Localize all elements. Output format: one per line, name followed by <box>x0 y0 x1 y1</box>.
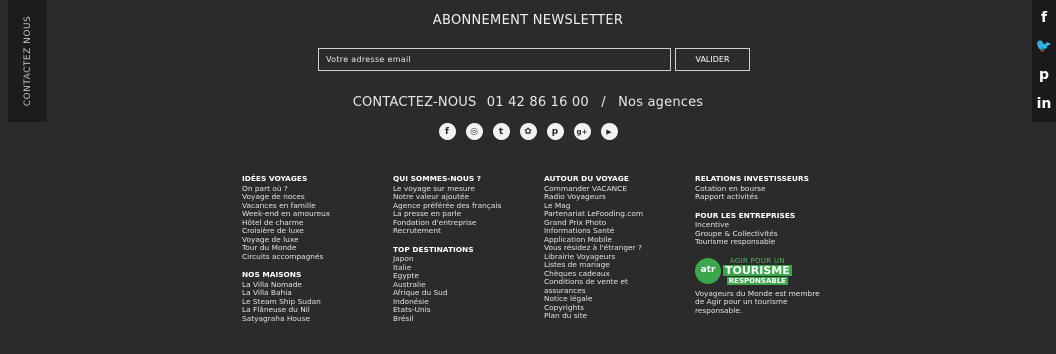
twitter-icon[interactable]: t <box>492 123 510 140</box>
footer-column-autour: AUTOUR DU VOYAGE Commander VACANCE Radio… <box>544 174 694 321</box>
social-circle-icons: f ◎ t ✿ p g+ ▶ <box>0 123 1056 140</box>
footer-block: IDÉES VOYAGES On part où ? Voyage de noc… <box>242 174 392 262</box>
footer-link[interactable]: Etats-Unis <box>393 305 543 315</box>
atr-badge: atr <box>695 257 721 284</box>
pinterest-icon[interactable]: p <box>546 123 564 140</box>
contact-phone[interactable]: 01 42 86 16 00 <box>487 95 589 110</box>
footer-heading: QUI SOMMES-NOUS ? <box>393 174 482 183</box>
footer-block: NOS MAISONS La Villa Nomade La Villa Bah… <box>242 270 392 324</box>
footer-column-relations: RELATIONS INVESTISSEURS Cotation en bour… <box>695 174 855 316</box>
pinterest-icon[interactable]: p <box>1039 68 1049 82</box>
agencies-link[interactable]: Nos agences <box>618 95 703 110</box>
footer-block: AUTOUR DU VOYAGE Commander VACANCE Radio… <box>544 174 694 321</box>
footer-block: QUI SOMMES-NOUS ? Le voyage sur mesure N… <box>393 174 543 236</box>
footer-heading: TOP DESTINATIONS <box>393 244 474 254</box>
footer-block: RELATIONS INVESTISSEURS Cotation en bour… <box>695 174 855 202</box>
twitter-icon[interactable]: 🐦 <box>1036 40 1052 53</box>
footer-link[interactable]: Satyagraha House <box>242 314 392 324</box>
contact-side-tab-label: CONTACTEZ NOUS <box>22 15 33 107</box>
podcast-icon[interactable]: ✿ <box>519 123 537 140</box>
footer-link[interactable]: Circuits accompagnés <box>242 252 392 262</box>
footer-block: POUR LES ENTREPRISES Incentive Groupe & … <box>695 210 855 247</box>
footer-heading: RELATIONS INVESTISSEURS <box>695 174 809 183</box>
atr-caption-line: responsable. <box>695 305 743 315</box>
facebook-icon[interactable]: f <box>438 123 456 140</box>
footer-column-idees: IDÉES VOYAGES On part où ? Voyage de noc… <box>242 174 392 324</box>
footer-link[interactable]: Tourisme responsable <box>695 237 855 247</box>
atr-bottom-text: RESPONSABLE <box>726 276 788 285</box>
footer-link[interactable]: Brésil <box>393 314 543 324</box>
footer-heading: AUTOUR DU VOYAGE <box>544 174 629 183</box>
atr-logo[interactable]: atr AGIR POUR UN TOURISME RESPONSABLE <box>695 257 855 285</box>
instagram-icon[interactable]: ◎ <box>465 123 483 140</box>
footer-link[interactable]: Plan du site <box>544 311 694 321</box>
footer-link[interactable]: Rapport activités <box>695 192 855 202</box>
newsletter-form: VALIDER <box>318 48 750 71</box>
atr-mid-text: TOURISME <box>723 263 792 277</box>
contact-line: CONTACTEZ-NOUS 01 42 86 16 00 / Nos agen… <box>0 95 1056 110</box>
footer-column-qui: QUI SOMMES-NOUS ? Le voyage sur mesure N… <box>393 174 543 324</box>
contact-separator: / <box>601 95 606 110</box>
atr-wordmark: AGIR POUR UN TOURISME RESPONSABLE <box>723 257 792 285</box>
footer-link[interactable]: Recrutement <box>393 226 543 236</box>
newsletter-title: ABONNEMENT NEWSLETTER <box>432 13 624 28</box>
footer-block: TOP DESTINATIONS Japon Italie Egypte Aus… <box>393 244 543 324</box>
footer-link[interactable]: Japon <box>393 254 543 264</box>
newsletter-submit-button[interactable]: VALIDER <box>675 48 750 71</box>
footer-heading: POUR LES ENTREPRISES <box>695 210 796 220</box>
footer-heading: NOS MAISONS <box>242 270 302 279</box>
youtube-icon[interactable]: ▶ <box>600 123 618 140</box>
newsletter-email-input[interactable] <box>318 48 671 71</box>
googleplus-icon[interactable]: g+ <box>573 123 591 140</box>
contact-label[interactable]: CONTACTEZ-NOUS <box>353 95 477 110</box>
footer-heading: IDÉES VOYAGES <box>242 174 308 183</box>
atr-caption: Voyageurs du Monde est membre de Agir po… <box>695 289 855 316</box>
